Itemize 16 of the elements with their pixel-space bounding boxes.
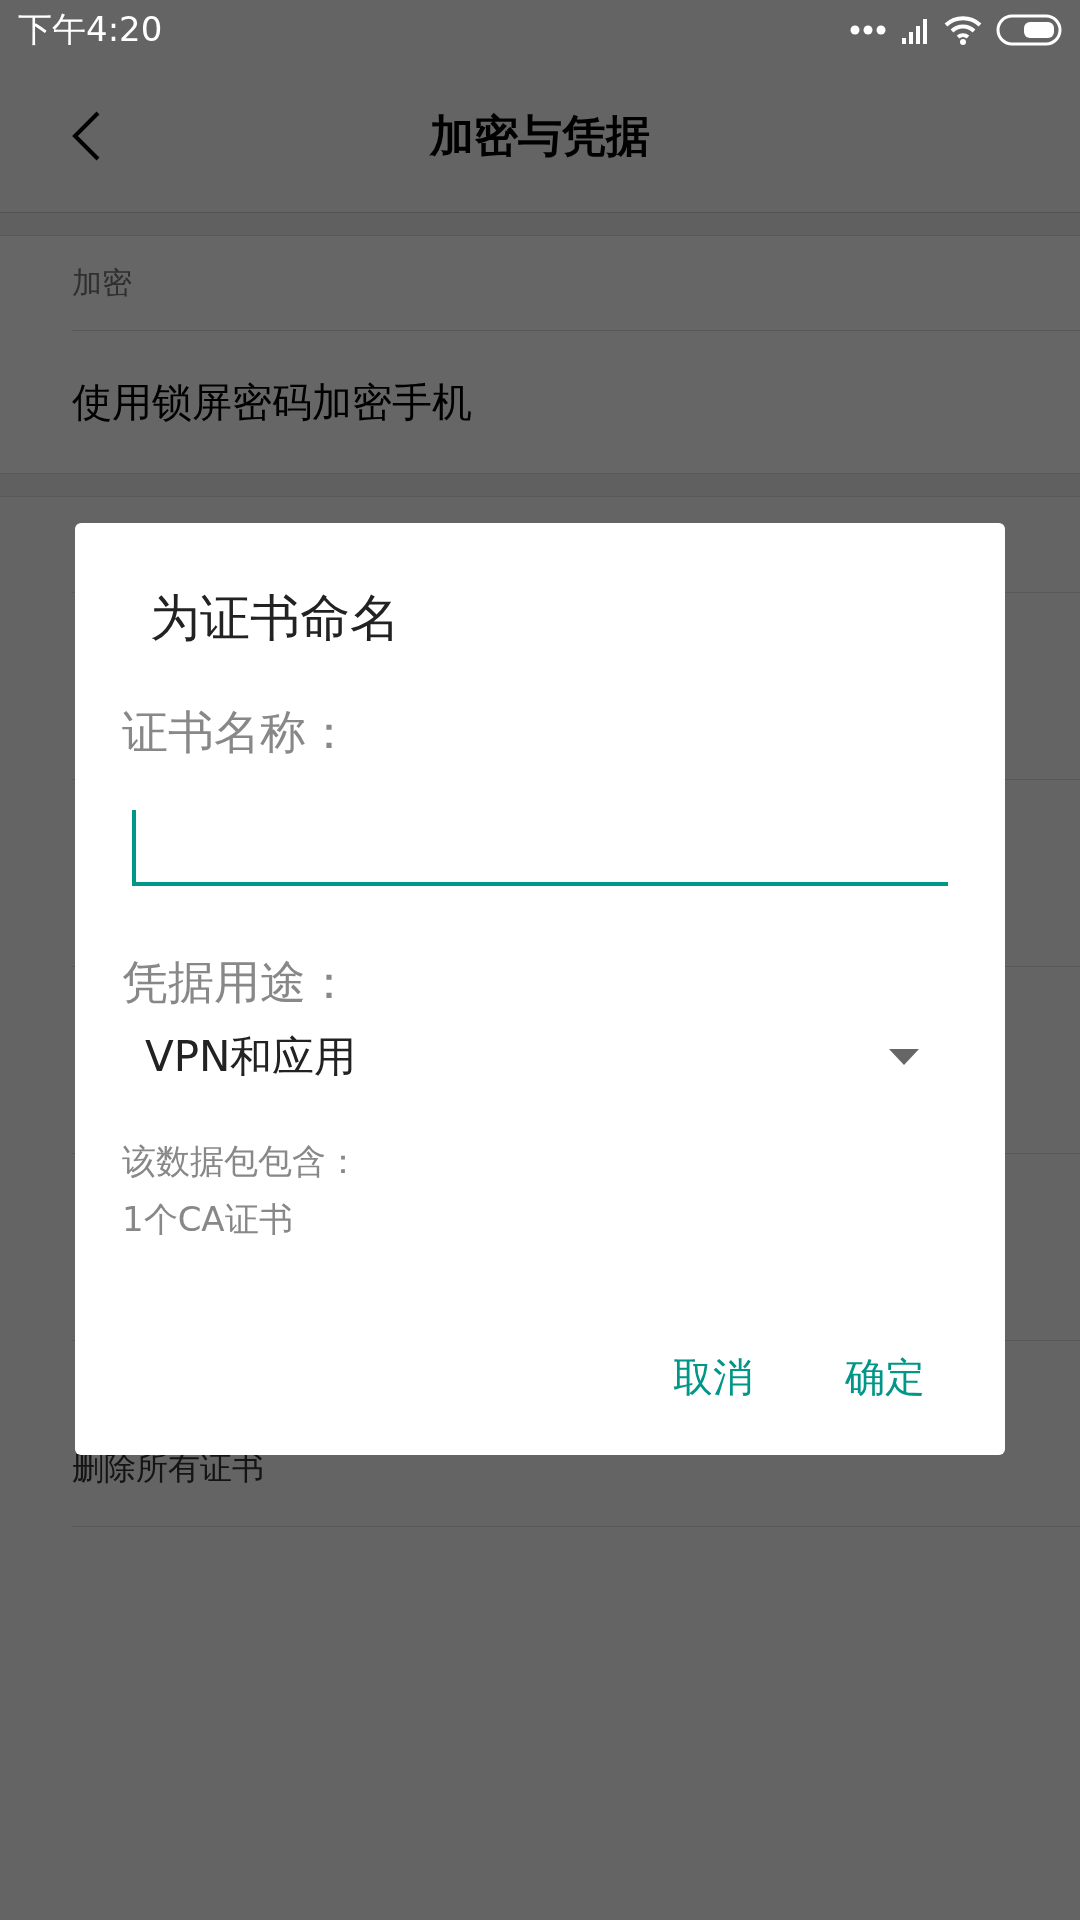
dialog-button[interactable]: 取消 [653,1330,773,1425]
settings-item[interactable]: 使用锁屏密码加密手机 [72,331,1080,473]
field-label: 凭据用途： [122,954,353,1011]
field-label: 证书名称： [122,704,353,761]
dropdown[interactable]: VPN和应用 [145,1022,955,1092]
more-dots-icon [850,25,886,35]
signal-icon [900,16,930,44]
contents-text: 该数据包包含： 1个CA证书 [122,1140,361,1241]
dropdown-arrow-icon [889,1049,919,1065]
page-title: 加密与凭据 [430,108,650,163]
battery-icon [996,14,1062,46]
dialog-title: 为证书命名 [150,588,401,649]
back-icon[interactable] [70,110,102,162]
status-time: 下午4:20 [18,8,163,51]
dialog-button[interactable]: 确定 [825,1330,945,1425]
wifi-icon [944,15,982,45]
